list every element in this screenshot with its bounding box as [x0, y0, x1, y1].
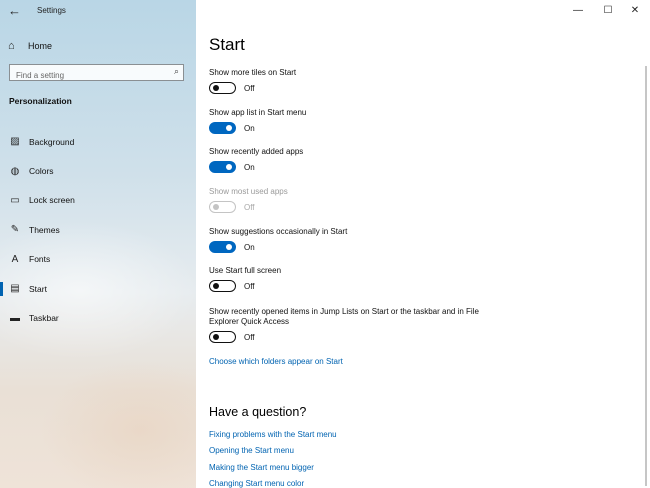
- sidebar-item-lock-screen[interactable]: ▭ Lock screen: [0, 186, 196, 215]
- setting-more-tiles: Show more tiles on Start Off: [209, 68, 509, 94]
- sidebar-background-glow-warm: [40, 360, 196, 488]
- home-icon: ⌂: [8, 40, 15, 52]
- help-link-fixing-problems[interactable]: Fixing problems with the Start menu: [209, 430, 337, 439]
- nav-home[interactable]: ⌂ Home: [8, 38, 52, 54]
- setting-jump-lists: Show recently opened items in Jump Lists…: [209, 307, 489, 343]
- search-box[interactable]: ⌕: [9, 64, 184, 83]
- toggle-knob: [226, 164, 232, 170]
- picture-icon: ▨: [10, 136, 20, 148]
- toggle-state: On: [244, 162, 255, 172]
- sidebar-item-themes[interactable]: ✎ Themes: [0, 215, 196, 244]
- sidebar-item-colors[interactable]: ◍ Colors: [0, 156, 196, 185]
- sidebar-item-label: Colors: [29, 166, 54, 177]
- sidebar: ← Settings ⌂ Home ⌕ Personalization ▨ Ba…: [0, 0, 196, 488]
- back-arrow-icon[interactable]: ←: [8, 3, 21, 18]
- help-link-opening-start[interactable]: Opening the Start menu: [209, 446, 294, 455]
- setting-label: Show most used apps: [209, 187, 288, 196]
- toggle-state: Off: [244, 281, 255, 291]
- sidebar-item-label: Lock screen: [29, 195, 75, 206]
- sidebar-item-start[interactable]: ▤ Start: [0, 274, 196, 303]
- sidebar-item-background[interactable]: ▨ Background: [0, 127, 196, 156]
- sidebar-item-label: Background: [29, 136, 75, 147]
- toggle-knob: [213, 282, 219, 289]
- setting-label: Show suggestions occasionally in Start: [209, 227, 348, 236]
- toggle-state: On: [244, 242, 255, 252]
- setting-suggestions: Show suggestions occasionally in Start O…: [209, 227, 509, 253]
- toggle-knob: [226, 244, 232, 250]
- sidebar-item-fonts[interactable]: A Fonts: [0, 245, 196, 274]
- app-list-toggle[interactable]: [209, 122, 236, 134]
- sidebar-item-label: Start: [29, 283, 47, 294]
- minimize-button[interactable]: —: [563, 0, 593, 20]
- toggle-state: Off: [244, 83, 255, 93]
- setting-label: Use Start full screen: [209, 266, 282, 275]
- sidebar-item-label: Themes: [29, 224, 60, 235]
- toggle-state: On: [244, 123, 255, 133]
- palette-icon: ◍: [10, 165, 20, 177]
- title-bar: ← Settings: [0, 0, 196, 22]
- setting-app-list: Show app list in Start menu On: [209, 108, 509, 134]
- toggle-state: Off: [244, 202, 255, 212]
- section-heading: Personalization: [9, 96, 72, 106]
- jump-lists-toggle[interactable]: [209, 331, 236, 343]
- setting-label: Show recently opened items in Jump Lists…: [209, 307, 479, 326]
- sidebar-item-taskbar[interactable]: ▬ Taskbar: [0, 303, 196, 332]
- app-title: Settings: [37, 6, 66, 15]
- home-label: Home: [28, 41, 53, 51]
- fonts-icon: A: [11, 253, 19, 265]
- toggle-knob: [226, 125, 232, 131]
- setting-most-used: Show most used apps Off: [209, 187, 509, 213]
- setting-full-screen: Use Start full screen Off: [209, 266, 509, 292]
- setting-label: Show more tiles on Start: [209, 68, 297, 77]
- lock-screen-icon: ▭: [10, 194, 20, 206]
- nav-list: ▨ Background ◍ Colors ▭ Lock screen ✎ Th…: [0, 127, 196, 333]
- suggestions-toggle[interactable]: [209, 241, 236, 253]
- sidebar-item-label: Taskbar: [29, 313, 59, 324]
- taskbar-icon: ▬: [10, 312, 20, 324]
- page-title: Start: [209, 35, 245, 54]
- setting-recently-added: Show recently added apps On: [209, 147, 509, 173]
- question-heading: Have a question?: [209, 405, 307, 419]
- themes-icon: ✎: [10, 224, 20, 236]
- close-button[interactable]: ✕: [620, 0, 650, 20]
- recently-added-toggle[interactable]: [209, 161, 236, 173]
- search-input[interactable]: [10, 68, 166, 83]
- sidebar-item-label: Fonts: [29, 254, 51, 265]
- maximize-button[interactable]: ☐: [593, 0, 623, 20]
- help-link-bigger-start[interactable]: Making the Start menu bigger: [209, 463, 314, 472]
- most-used-toggle: [209, 201, 236, 213]
- more-tiles-toggle[interactable]: [209, 82, 236, 94]
- choose-folders-link[interactable]: Choose which folders appear on Start: [209, 357, 343, 366]
- toggle-knob: [213, 203, 219, 210]
- search-icon[interactable]: ⌕: [174, 66, 179, 77]
- toggle-knob: [213, 84, 219, 91]
- setting-label: Show recently added apps: [209, 147, 304, 156]
- start-icon: ▤: [10, 283, 20, 295]
- setting-label: Show app list in Start menu: [209, 108, 307, 117]
- scrollbar[interactable]: [645, 66, 647, 486]
- full-screen-toggle[interactable]: [209, 280, 236, 292]
- toggle-state: Off: [244, 332, 255, 342]
- toggle-knob: [213, 333, 219, 340]
- help-link-start-color[interactable]: Changing Start menu color: [209, 479, 304, 488]
